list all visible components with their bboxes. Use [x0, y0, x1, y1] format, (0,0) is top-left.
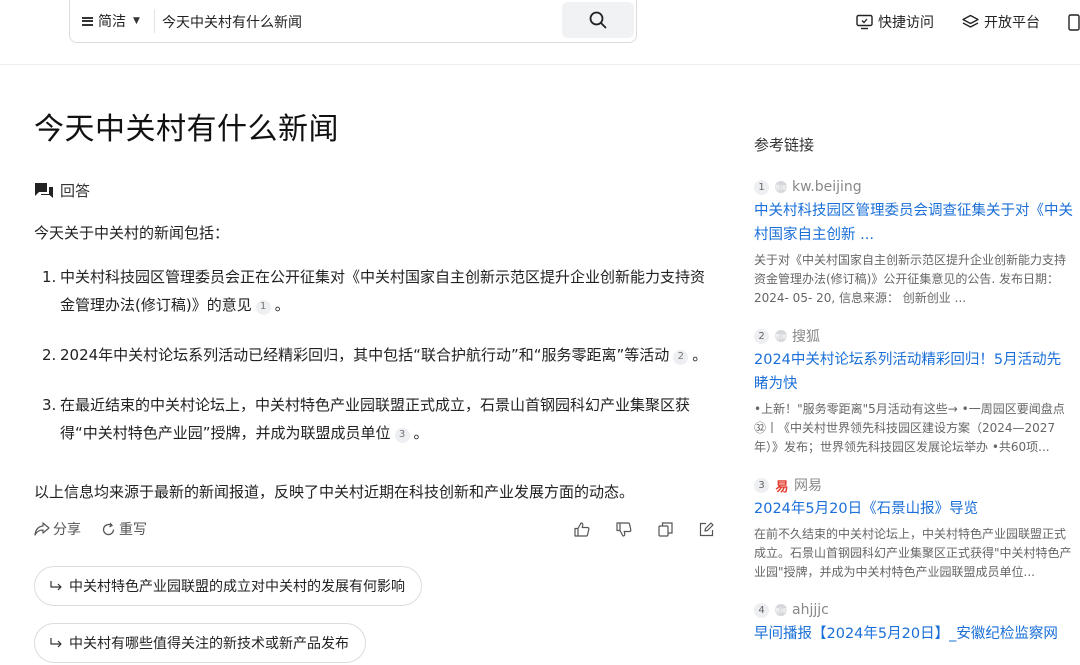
share-icon: [34, 522, 50, 536]
caret-down-icon: ▼: [133, 16, 140, 26]
reference-source-name: 搜狐: [792, 329, 820, 345]
reference-number: 3: [754, 477, 769, 493]
reference-snippet: 关于对《中关村国家自主创新示范区提升企业创新能力支持资金管理办法(修订稿)》公开…: [754, 253, 1067, 305]
page-title: 今天中关村有什么新闻: [34, 112, 339, 147]
answer-item-text: 在最近结束的中关村论坛上，中关村特色产业园联盟正式成立，石景山首钢园科幻产业集聚…: [60, 396, 691, 442]
quick-access-label: 快捷访问: [878, 15, 934, 31]
search-divider: [154, 9, 155, 33]
edit-icon[interactable]: [699, 521, 714, 537]
answer-item-end: 。: [692, 346, 708, 364]
layers-icon: [962, 14, 979, 28]
reference-link[interactable]: 2024中关村论坛系列活动精彩回归！5月活动先睹为快: [754, 348, 1074, 396]
action-bar: 分享 重写: [34, 519, 714, 539]
copy-icon[interactable]: [658, 521, 673, 537]
reference-source-name: kw.beijing: [792, 179, 862, 195]
answer-intro: 今天关于中关村的新闻包括：: [34, 224, 230, 242]
reference-link[interactable]: 2024年5月20日《石景山报》导览: [754, 497, 1074, 521]
answer-item: 1. 中关村科技园区管理委员会正在公开征集对《中关村国家自主创新示范区提升企业创…: [34, 263, 714, 319]
reference-link[interactable]: 中关村科技园区管理委员会调查征集关于对《中关村国家自主创新 ...: [754, 199, 1074, 247]
suggestion-text: 中关村有哪些值得关注的新技术或新产品发布: [69, 636, 349, 652]
reference-snippet: 在前不久结束的中关村论坛上，中关村特色产业园联盟正式成立。石景山首钢园科幻产业集…: [754, 527, 1072, 579]
answer-item-text: 2024年中关村论坛系列活动已经精彩回归，其中包括“联合护航行动”和“服务零距离…: [60, 346, 670, 364]
phone-icon: [1068, 13, 1080, 31]
answer-summary: 以上信息均来源于最新的新闻报道，反映了中关村近期在科技创新和产业发展方面的动态。: [34, 483, 635, 501]
answer-list: 1. 中关村科技园区管理委员会正在公开征集对《中关村国家自主创新示范区提升企业创…: [34, 263, 714, 469]
answer-label: 回答: [34, 180, 90, 201]
answer-item-body: 在最近结束的中关村论坛上，中关村特色产业园联盟正式成立，石景山首钢园科幻产业集聚…: [60, 391, 714, 447]
suggestion-chip[interactable]: 中关村特色产业园联盟的成立对中关村的发展有何影响: [34, 566, 422, 606]
feedback-icons: [574, 521, 714, 537]
refresh-icon: [102, 522, 115, 535]
answer-label-text: 回答: [60, 182, 91, 200]
reference-number: 2: [754, 328, 769, 344]
mobile-link[interactable]: [1068, 13, 1080, 31]
references-title: 参考链接: [754, 136, 815, 154]
top-bar: 简洁 ▼ 快捷访问 开放平台: [0, 0, 1080, 65]
return-arrow-icon: [49, 637, 63, 649]
thumbs-up-icon[interactable]: [574, 521, 590, 537]
quick-access-link[interactable]: 快捷访问: [856, 12, 934, 32]
share-label: 分享: [53, 522, 81, 538]
suggestion-text: 中关村特色产业园联盟的成立对中关村的发展有何影响: [69, 579, 405, 595]
suggestion-chip[interactable]: 中关村有哪些值得关注的新技术或新产品发布: [34, 623, 366, 663]
reference-number: 1: [754, 179, 769, 195]
answer-item-body: 2024年中关村论坛系列活动已经精彩回归，其中包括“联合护航行动”和“服务零距离…: [60, 341, 707, 369]
thumbs-down-icon[interactable]: [616, 521, 632, 537]
reference-link[interactable]: 早间播报【2024年5月20日】_安徽纪检监察网: [754, 622, 1074, 646]
answer-item-text: 中关村科技园区管理委员会正在公开征集对《中关村国家自主创新示范区提升企业创新能力…: [60, 268, 706, 314]
reference-source-name: 网易: [794, 478, 822, 494]
chat-icon: [35, 182, 53, 198]
reference-source: 1 新闻 kw.beijing: [754, 177, 1074, 197]
reference-source: 3 易 网易: [754, 475, 1074, 495]
reference-item: 3 易 网易 2024年5月20日《石景山报》导览 在前不久结束的中关村论坛上，…: [754, 475, 1074, 582]
reference-item: 4 新闻 ahjjjc 早间播报【2024年5月20日】_安徽纪检监察网: [754, 600, 1074, 646]
site-favicon: 新闻: [775, 330, 787, 342]
top-links: 快捷访问 开放平台: [856, 12, 1080, 32]
return-arrow-icon: [49, 580, 63, 592]
search-mode-select[interactable]: 简洁 ▼: [82, 11, 140, 31]
rewrite-button[interactable]: 重写: [101, 519, 147, 539]
site-favicon: 新闻: [775, 181, 787, 193]
citation-badge[interactable]: 3: [394, 427, 410, 443]
reference-source: 2 新闻 搜狐: [754, 326, 1074, 346]
search-button[interactable]: [562, 2, 634, 38]
answer-item-number: 3.: [42, 396, 57, 414]
share-button[interactable]: 分享: [34, 519, 81, 539]
search-box: 简洁 ▼: [69, 0, 637, 43]
reference-number: 4: [754, 602, 769, 618]
answer-item: 2. 2024年中关村论坛系列活动已经精彩回归，其中包括“联合护航行动”和“服务…: [34, 341, 714, 369]
answer-item-end: 。: [413, 424, 429, 442]
answer-item: 3. 在最近结束的中关村论坛上，中关村特色产业园联盟正式成立，石景山首钢园科幻产…: [34, 391, 714, 447]
site-favicon: 新闻: [775, 604, 787, 616]
open-platform-label: 开放平台: [984, 15, 1040, 31]
answer-item-end: 。: [274, 296, 290, 314]
menu-icon: [82, 16, 93, 26]
reference-source: 4 新闻 ahjjjc: [754, 600, 1074, 620]
reference-item: 2 新闻 搜狐 2024中关村论坛系列活动精彩回归！5月活动先睹为快 •上新！"…: [754, 326, 1074, 457]
search-input[interactable]: [162, 9, 542, 35]
monitor-icon: [856, 14, 873, 30]
open-platform-link[interactable]: 开放平台: [962, 12, 1040, 32]
citation-badge[interactable]: 2: [673, 349, 689, 365]
references-panel: 参考链接 1 新闻 kw.beijing 中关村科技园区管理委员会调查征集关于对…: [754, 134, 1074, 664]
netease-favicon: 易: [775, 479, 789, 495]
reference-item: 1 新闻 kw.beijing 中关村科技园区管理委员会调查征集关于对《中关村国…: [754, 177, 1074, 308]
rewrite-label: 重写: [119, 522, 147, 538]
answer-item-number: 2.: [42, 346, 57, 364]
answer-item-number: 1.: [42, 268, 57, 286]
reference-source-name: ahjjjc: [792, 602, 829, 618]
search-icon: [589, 11, 607, 29]
answer-item-body: 中关村科技园区管理委员会正在公开征集对《中关村国家自主创新示范区提升企业创新能力…: [60, 263, 714, 319]
reference-snippet: •上新！"服务零距离"5月活动有这些→ •一周园区要闻盘点㉜丨《中关村世界领先科…: [754, 402, 1065, 454]
search-mode-label: 简洁: [98, 14, 126, 30]
citation-badge[interactable]: 1: [255, 299, 271, 315]
